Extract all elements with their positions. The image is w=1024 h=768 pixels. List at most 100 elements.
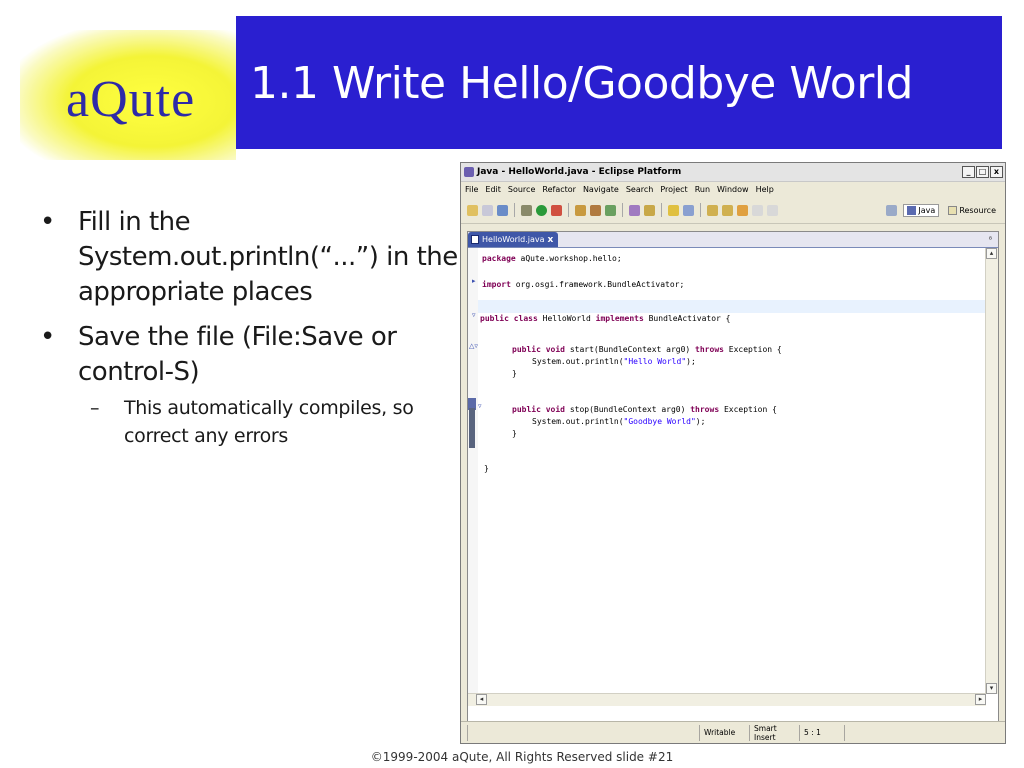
- logo-text: aQute: [66, 71, 196, 128]
- bullet-item: • Save the file (File:Save or control-S): [40, 320, 460, 390]
- eclipse-window: Java - HelloWorld.java - Eclipse Platfor…: [460, 162, 1006, 744]
- forward-icon[interactable]: [767, 204, 778, 216]
- next-annotation-icon[interactable]: [707, 204, 718, 216]
- editor-tab-helloworld[interactable]: HelloWorld.java x: [468, 232, 559, 247]
- menu-file[interactable]: File: [465, 185, 478, 194]
- minimize-button[interactable]: _: [962, 166, 975, 178]
- sub-bullet-glyph: –: [90, 397, 100, 419]
- code-editor: HelloWorld.java x ⁸ package aQute.worksh…: [467, 231, 999, 737]
- perspective-resource[interactable]: Resource: [945, 205, 999, 216]
- editor-tab-label: HelloWorld.java: [482, 235, 545, 244]
- editor-tab-bar: HelloWorld.java x ⁸: [468, 232, 998, 248]
- menu-search[interactable]: Search: [626, 185, 653, 194]
- run-icon[interactable]: [536, 204, 547, 216]
- sub-bullet-item: – This automatically compiles, so correc…: [40, 394, 460, 450]
- code-line: System.out.println("Goodbye World");: [532, 417, 706, 426]
- toolbar-separator: [622, 203, 623, 217]
- slide-title: 1.1 Write Hello/Goodbye World: [250, 58, 913, 109]
- new-class-icon[interactable]: [590, 204, 601, 216]
- vertical-scrollbar[interactable]: ▴ ▾: [985, 248, 998, 694]
- eclipse-app-icon: [464, 167, 474, 177]
- last-edit-icon[interactable]: [737, 204, 748, 216]
- code-line: public void stop(BundleContext arg0) thr…: [512, 405, 777, 414]
- status-insert-mode: Smart Insert: [749, 724, 799, 742]
- menu-project[interactable]: Project: [660, 185, 687, 194]
- code-text-area[interactable]: package aQute.workshop.hello; ▸ import o…: [468, 248, 986, 694]
- bullet-glyph: •: [40, 207, 55, 237]
- code-line: public void start(BundleContext arg0) th…: [512, 345, 782, 354]
- menu-window[interactable]: Window: [717, 185, 749, 194]
- bullet-glyph: •: [40, 322, 55, 352]
- menu-source[interactable]: Source: [508, 185, 535, 194]
- scroll-left-icon[interactable]: ◂: [476, 694, 487, 705]
- code-line: }: [512, 429, 517, 438]
- status-cursor-position: 5 : 1: [799, 724, 844, 741]
- window-title: Java - HelloWorld.java - Eclipse Platfor…: [477, 167, 682, 177]
- maximize-editor-icon[interactable]: ⁸: [989, 235, 992, 244]
- prev-annotation-icon[interactable]: [722, 204, 733, 216]
- maximize-button[interactable]: □: [976, 166, 989, 178]
- perspective-java[interactable]: Java: [903, 203, 940, 217]
- debug-icon[interactable]: [521, 204, 532, 216]
- print-icon[interactable]: [497, 204, 508, 216]
- bullet-item: • Fill in the System.out.println(“...”) …: [40, 205, 460, 310]
- logo: aQute: [0, 0, 236, 168]
- current-line-highlight: [478, 300, 986, 313]
- status-cell-blank: [844, 724, 894, 741]
- toolbar-separator: [514, 203, 515, 217]
- new-icon[interactable]: [467, 204, 478, 216]
- menu-help[interactable]: Help: [756, 185, 774, 194]
- code-line: }: [512, 369, 517, 378]
- fold-collapsed-icon[interactable]: ▸: [472, 277, 476, 285]
- status-writable: Writable: [699, 724, 749, 741]
- toolbar-separator: [568, 203, 569, 217]
- override-marker-icon[interactable]: △▿: [469, 342, 478, 350]
- code-line: public class HelloWorld implements Bundl…: [480, 314, 731, 323]
- close-button[interactable]: x: [990, 166, 1003, 178]
- menu-bar: File Edit Source Refactor Navigate Searc…: [461, 182, 1005, 197]
- new-interface-icon[interactable]: [605, 204, 616, 216]
- range-indicator: [469, 408, 475, 448]
- mark-occurrences-icon[interactable]: [668, 204, 679, 216]
- code-line: package aQute.workshop.hello;: [482, 254, 622, 263]
- window-controls: _ □ x: [962, 166, 1005, 178]
- open-type-icon[interactable]: [629, 204, 640, 216]
- sub-bullet-text: This automatically compiles, so correct …: [124, 397, 414, 447]
- bullet-text: Save the file (File:Save or control-S): [78, 322, 397, 387]
- open-perspective-icon[interactable]: [886, 204, 898, 216]
- scroll-right-icon[interactable]: ▸: [975, 694, 986, 705]
- code-line: import org.osgi.framework.BundleActivato…: [482, 280, 685, 289]
- menu-run[interactable]: Run: [695, 185, 710, 194]
- code-line: }: [484, 464, 489, 473]
- scroll-up-icon[interactable]: ▴: [986, 248, 997, 259]
- java-file-icon: [471, 235, 479, 244]
- bullet-list: • Fill in the System.out.println(“...”) …: [40, 205, 460, 450]
- menu-navigate[interactable]: Navigate: [583, 185, 619, 194]
- fold-expanded-icon[interactable]: ▿: [472, 311, 476, 319]
- scroll-down-icon[interactable]: ▾: [986, 683, 997, 694]
- resource-perspective-icon: [948, 205, 958, 215]
- menu-refactor[interactable]: Refactor: [542, 185, 576, 194]
- toggle-comment-icon[interactable]: [683, 204, 694, 216]
- fold-expanded-icon[interactable]: ▿: [478, 402, 482, 410]
- slide-footer: ©1999-2004 aQute, All Rights Reserved sl…: [370, 750, 674, 764]
- back-icon[interactable]: [752, 204, 763, 216]
- menu-edit[interactable]: Edit: [485, 185, 501, 194]
- code-line: System.out.println("Hello World");: [532, 357, 696, 366]
- external-tools-icon[interactable]: [551, 204, 562, 216]
- close-icon[interactable]: x: [548, 235, 554, 245]
- title-banner: 1.1 Write Hello/Goodbye World: [236, 16, 1002, 149]
- status-bar: Writable Smart Insert 5 : 1: [461, 721, 1005, 743]
- window-titlebar[interactable]: Java - HelloWorld.java - Eclipse Platfor…: [461, 163, 1005, 182]
- toolbar-separator: [661, 203, 662, 217]
- toolbar-separator: [700, 203, 701, 217]
- new-package-icon[interactable]: [575, 204, 586, 216]
- horizontal-scrollbar[interactable]: ◂ ▸: [468, 693, 986, 706]
- perspective-bar: Java Resource: [886, 199, 1005, 221]
- save-icon[interactable]: [482, 204, 493, 216]
- perspective-resource-label: Resource: [959, 205, 996, 215]
- toolbar: Java Resource: [461, 197, 1005, 224]
- status-cell-blank: [467, 724, 477, 741]
- bullet-text: Fill in the System.out.println(“...”) in…: [78, 207, 458, 307]
- search-icon[interactable]: [644, 204, 655, 216]
